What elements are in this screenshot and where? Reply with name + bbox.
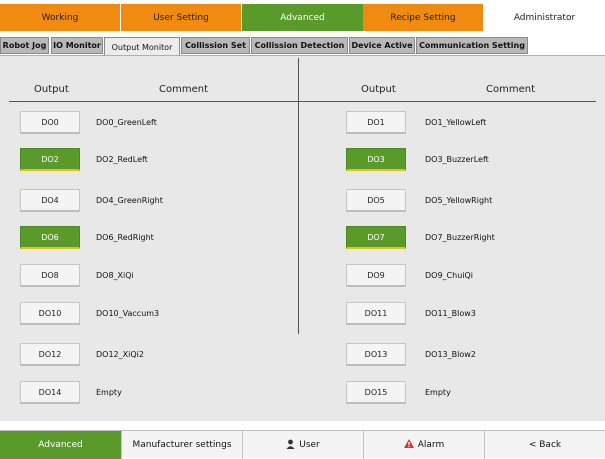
output-button-do1[interactable]: DO1 [346, 111, 406, 134]
output-button-do2[interactable]: DO2 [20, 148, 80, 171]
output-comment-do0: DO0_GreenLeft [96, 118, 157, 127]
tab-collision-set[interactable]: Collission Set [181, 37, 250, 54]
alarm-button[interactable]: Alarm [364, 431, 485, 459]
tab-working[interactable]: Working [0, 4, 121, 31]
output-comment-do4: DO4_GreenRight [96, 196, 163, 205]
output-button-do11[interactable]: DO11 [346, 302, 406, 325]
user-icon [286, 439, 295, 452]
output-button-do13[interactable]: DO13 [346, 343, 406, 366]
tab-robot-jog[interactable]: Robot Jog [0, 37, 49, 54]
output-button-do3[interactable]: DO3 [346, 148, 406, 171]
tab-output-monitor[interactable]: Output Monitor [104, 37, 180, 56]
top-tab-bar: Working User Setting Advanced Recipe Set… [0, 0, 605, 33]
output-button-do6[interactable]: DO6 [20, 226, 80, 249]
header-comment-right: Comment [486, 84, 535, 95]
output-comment-do3: DO3_BuzzerLeft [425, 155, 489, 164]
output-comment-do14: Empty [96, 388, 122, 397]
output-button-do15[interactable]: DO15 [346, 381, 406, 404]
back-button[interactable]: < Back [485, 431, 605, 459]
header-comment-left: Comment [159, 84, 208, 95]
output-comment-do15: Empty [425, 388, 451, 397]
output-button-do10[interactable]: DO10 [20, 302, 80, 325]
sub-tab-bar: Robot Jog IO Monitor Output Monitor Coll… [0, 37, 605, 56]
header-output-left: Output [34, 84, 69, 95]
tab-advanced[interactable]: Advanced [242, 4, 363, 31]
tab-communication-setting[interactable]: Communication Setting [416, 37, 528, 54]
user-button[interactable]: User [243, 431, 364, 459]
output-comment-do6: DO6_RedRight [96, 233, 154, 242]
header-divider [9, 101, 596, 102]
output-comment-do1: DO1_YellowLeft [425, 118, 487, 127]
output-comment-do12: DO12_XiQi2 [96, 350, 144, 359]
output-comment-do8: DO8_XiQi [96, 271, 134, 280]
output-monitor-panel: Output Comment Output Comment DO0 DO0_Gr… [0, 55, 605, 421]
alarm-button-label: Alarm [417, 440, 445, 450]
output-comment-do7: DO7_BuzzerRight [425, 233, 495, 242]
output-comment-do9: DO9_ChuiQi [425, 271, 474, 280]
output-comment-do13: DO13_Blow2 [425, 350, 476, 359]
user-button-label: User [299, 440, 320, 450]
output-button-do7[interactable]: DO7 [346, 226, 406, 249]
bottom-nav-bar: Advanced Manufacturer settings User Alar… [0, 430, 605, 459]
tab-collision-detection[interactable]: Collission Detection [251, 37, 348, 54]
tab-io-monitor[interactable]: IO Monitor [51, 37, 103, 54]
output-button-do14[interactable]: DO14 [20, 381, 80, 404]
output-button-do12[interactable]: DO12 [20, 343, 80, 366]
tab-recipe-setting[interactable]: Recipe Setting [363, 4, 484, 31]
output-button-do4[interactable]: DO4 [20, 189, 80, 212]
header-output-right: Output [361, 84, 396, 95]
output-comment-do2: DO2_RedLeft [96, 155, 148, 164]
column-divider [298, 58, 299, 334]
tab-user-setting[interactable]: User Setting [121, 4, 242, 31]
tab-administrator[interactable]: Administrator [484, 4, 605, 31]
output-button-do5[interactable]: DO5 [346, 189, 406, 212]
output-button-do8[interactable]: DO8 [20, 264, 80, 287]
alarm-icon [403, 439, 414, 451]
manufacturer-settings-button[interactable]: Manufacturer settings [122, 431, 243, 459]
output-comment-do11: DO11_Blow3 [425, 309, 476, 318]
output-comment-do10: DO10_Vaccum3 [96, 309, 160, 318]
output-button-do0[interactable]: DO0 [20, 111, 80, 134]
output-button-do9[interactable]: DO9 [346, 264, 406, 287]
tab-device-active[interactable]: Device Active [349, 37, 415, 54]
output-comment-do5: DO5_YellowRight [425, 196, 493, 205]
advanced-button[interactable]: Advanced [0, 431, 122, 459]
